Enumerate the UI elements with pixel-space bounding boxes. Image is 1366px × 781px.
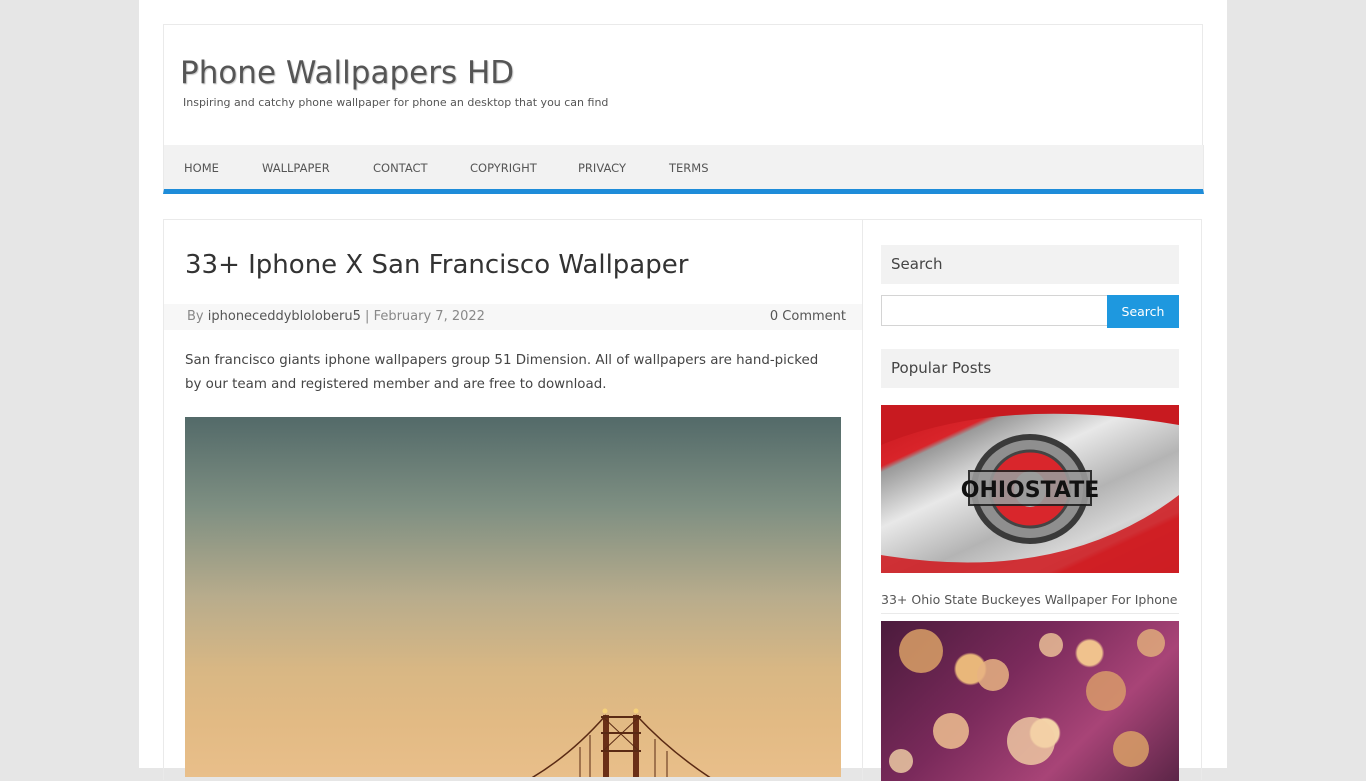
post-title: 33+ Iphone X San Francisco Wallpaper [185, 250, 689, 280]
nav-item-home[interactable]: HOME [184, 161, 219, 175]
meta-separator: | [365, 309, 370, 324]
nav-item-privacy[interactable]: PRIVACY [578, 161, 626, 175]
post-meta-left: By iphoneceddybloloberu5 | February 7, 2… [187, 309, 485, 324]
ohio-state-logo-text: OHIOSTATE [961, 478, 1100, 503]
post-date[interactable]: February 7, 2022 [374, 309, 485, 324]
post-excerpt: San francisco giants iphone wallpapers g… [185, 353, 819, 392]
search-button[interactable]: Search [1107, 295, 1179, 328]
search-input[interactable] [881, 295, 1109, 326]
main-nav: HOME WALLPAPER CONTACT COPYRIGHT PRIVACY… [163, 145, 1204, 194]
page: Phone Wallpapers HD Inspiring and catchy… [139, 0, 1227, 781]
comment-count-link[interactable]: 0 Comment [770, 309, 846, 324]
post-image[interactable] [185, 417, 841, 777]
popular-post-thumbnail-ohio-state[interactable]: OHIOSTATE [881, 405, 1179, 573]
christmas-ornaments-image [889, 629, 1165, 773]
nav-item-wallpaper[interactable]: WALLPAPER [262, 161, 330, 175]
nav-item-terms[interactable]: TERMS [669, 161, 709, 175]
search-widget-heading: Search [881, 245, 1179, 284]
popular-posts-heading: Popular Posts [881, 349, 1179, 388]
popular-post-thumbnail-christmas[interactable] [881, 621, 1179, 781]
site-header: Phone Wallpapers HD Inspiring and catchy… [163, 24, 1203, 145]
main-content: 33+ Iphone X San Francisco Wallpaper By … [163, 219, 863, 780]
site-description: Inspiring and catchy phone wallpaper for… [183, 96, 609, 109]
popular-post-link[interactable]: 33+ Ohio State Buckeyes Wallpaper For Ip… [881, 592, 1179, 614]
golden-gate-bridge-illustration [531, 708, 711, 777]
nav-item-contact[interactable]: CONTACT [373, 161, 428, 175]
ohio-state-logo-image: OHIOSTATE [881, 405, 1179, 573]
sidebar: Search Search Popular Posts OHIOSTATE 33… [861, 219, 1202, 781]
post-meta: By iphoneceddybloloberu5 | February 7, 2… [164, 304, 862, 330]
author-link[interactable]: iphoneceddybloloberu5 [208, 309, 361, 324]
site-title[interactable]: Phone Wallpapers HD [180, 55, 514, 91]
nav-item-copyright[interactable]: COPYRIGHT [470, 161, 537, 175]
by-label: By [187, 309, 204, 324]
